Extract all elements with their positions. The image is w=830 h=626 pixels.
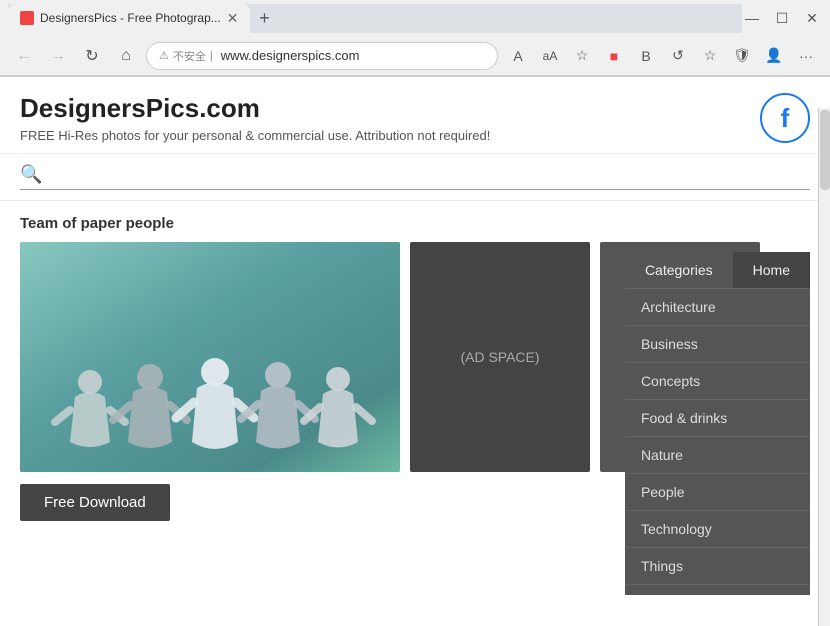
main-image[interactable] (20, 242, 400, 472)
browser-chrome: DesignersPics - Free Photograp... ✕ + — … (0, 0, 830, 77)
browser-tab[interactable]: DesignersPics - Free Photograp... ✕ (8, 4, 250, 33)
menu-item-technology[interactable]: Technology (625, 510, 810, 547)
nav-bar: ← → ↻ ⌂ ⚠ 不安全 | www.designerspics.com A … (0, 36, 830, 76)
close-button[interactable]: ✕ (802, 8, 822, 28)
site-subtitle: FREE Hi-Res photos for your personal & c… (20, 128, 810, 143)
tab-close-button[interactable]: ✕ (227, 10, 239, 27)
menu-item-business[interactable]: Business (625, 325, 810, 362)
reader-mode-button[interactable]: A (504, 42, 532, 70)
dropdown-header: Categories Home (625, 252, 810, 288)
minimize-button[interactable]: — (742, 8, 762, 28)
more-button[interactable]: ··· (792, 42, 820, 70)
categories-menu-header[interactable]: Categories (625, 252, 733, 288)
menu-item-food-drinks[interactable]: Food & drinks (625, 399, 810, 436)
address-url[interactable]: www.designerspics.com (221, 48, 360, 63)
facebook-button[interactable]: f (760, 93, 810, 143)
free-download-button[interactable]: Free Download (20, 484, 170, 521)
extensions-button[interactable]: ☆ (568, 42, 596, 70)
tab-bar: DesignersPics - Free Photograp... ✕ + (8, 4, 742, 33)
forward-button[interactable]: → (44, 42, 72, 70)
tab-title: DesignersPics - Free Photograp... (40, 11, 221, 25)
section-title: Team of paper people (20, 215, 810, 232)
tab-favicon (20, 11, 34, 25)
search-input-wrapper: 🔍 (20, 164, 810, 190)
scrollbar-thumb[interactable] (820, 110, 830, 190)
nav-icons: A aA ☆ ■ B ↺ ☆ 🛡 👤 ··· (504, 42, 820, 70)
menu-item-architecture[interactable]: Architecture (625, 288, 810, 325)
search-icon: 🔍 (20, 164, 42, 185)
home-button[interactable]: ⌂ (112, 42, 140, 70)
menu-item-people[interactable]: People (625, 473, 810, 510)
back-button[interactable]: ← (10, 42, 38, 70)
site-header: DesignersPics.com FREE Hi-Res photos for… (0, 77, 830, 154)
menu-item-nature[interactable]: Nature (625, 436, 810, 473)
search-input[interactable] (50, 167, 810, 183)
paper-people-image (20, 242, 400, 472)
scrollbar-track[interactable] (818, 108, 830, 626)
search-bar-container: 🔍 (0, 154, 830, 201)
ad-space: (AD SPACE) (410, 242, 590, 472)
menu-item-concepts[interactable]: Concepts (625, 362, 810, 399)
favorites-button[interactable]: ☆ (696, 42, 724, 70)
address-bar[interactable]: ⚠ 不安全 | www.designerspics.com (146, 42, 498, 70)
window-controls: — ☐ ✕ (742, 8, 822, 28)
bookmark-button[interactable]: ■ (600, 42, 628, 70)
page-content: DesignersPics.com FREE Hi-Res photos for… (0, 77, 830, 595)
translate-button[interactable]: B (632, 42, 660, 70)
maximize-button[interactable]: ☐ (772, 8, 792, 28)
account-button[interactable]: 👤 (760, 42, 788, 70)
refresh-button[interactable]: ↻ (78, 42, 106, 70)
shield-button[interactable]: 🛡 (728, 42, 756, 70)
security-indicator: ⚠ 不安全 | (159, 48, 213, 64)
home-menu-header[interactable]: Home (733, 252, 810, 288)
font-button[interactable]: aA (536, 42, 564, 70)
title-bar: DesignersPics - Free Photograp... ✕ + — … (0, 0, 830, 36)
menu-item-things[interactable]: Things (625, 547, 810, 584)
new-tab-button[interactable]: + (250, 5, 278, 33)
dropdown-menu: Categories Home Architecture Business Co… (625, 252, 810, 595)
site-title: DesignersPics.com (20, 93, 810, 124)
warning-icon: ⚠ (159, 49, 169, 62)
history-button[interactable]: ↺ (664, 42, 692, 70)
menu-item-uncategorised[interactable]: Uncategorised (625, 584, 810, 595)
